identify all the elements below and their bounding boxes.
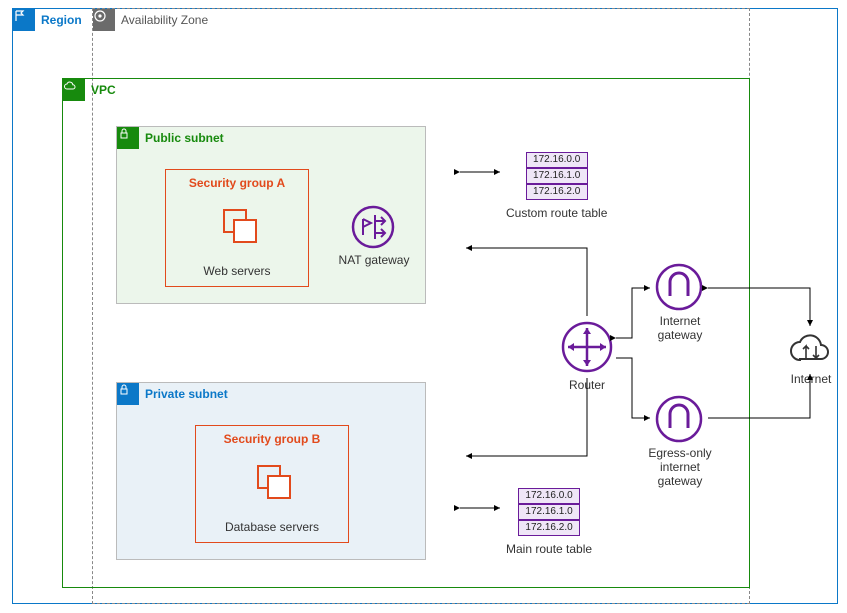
diagram-canvas: Region Availability Zone VPC Public subn… <box>0 0 847 613</box>
connectors <box>0 0 847 613</box>
